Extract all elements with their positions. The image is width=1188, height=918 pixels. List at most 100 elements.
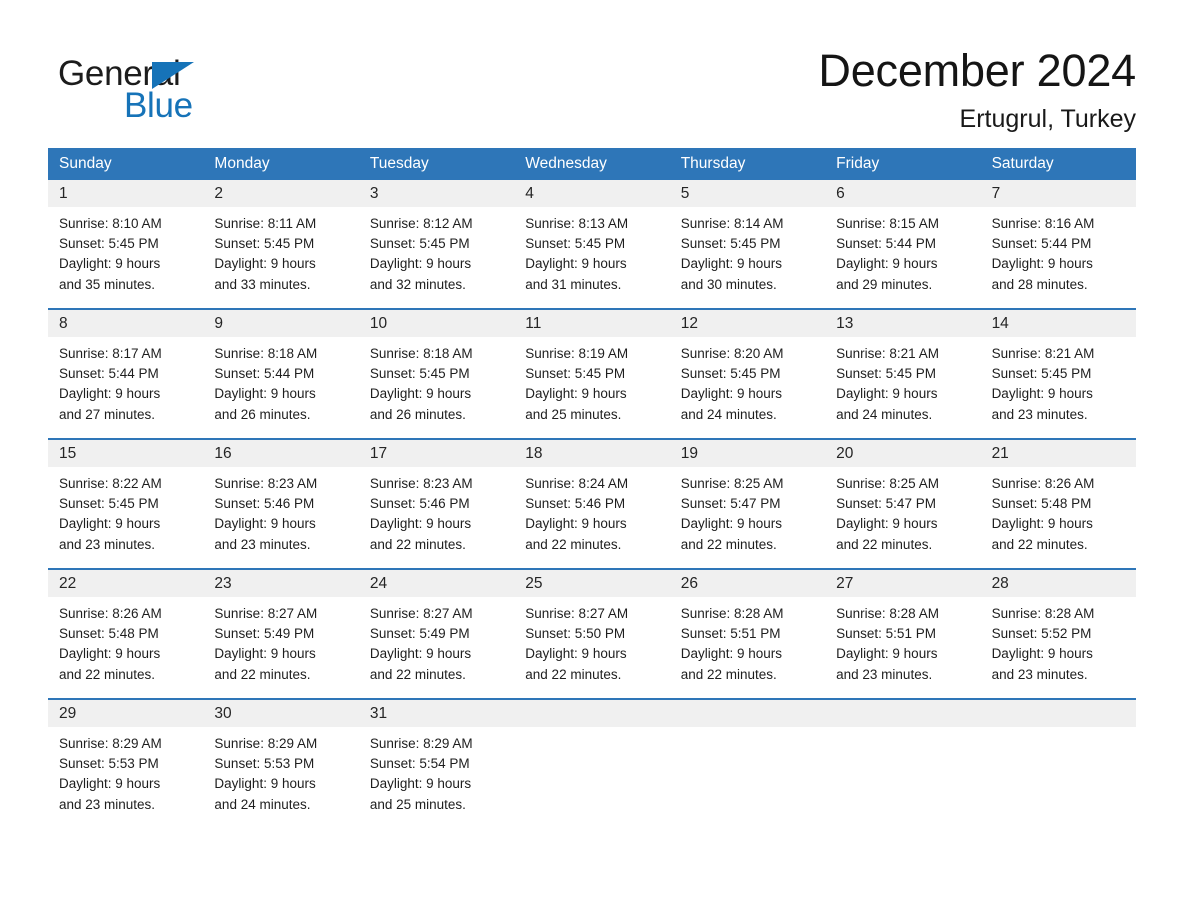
sunset-text: Sunset: 5:48 PM — [991, 496, 1092, 512]
sunrise-text: Sunrise: 8:26 AM — [991, 476, 1095, 491]
sunrise-text: Sunrise: 8:28 AM — [680, 606, 784, 621]
daylight-text-line1: Daylight: 9 hours — [836, 256, 938, 272]
day-number[interactable]: 30 — [203, 700, 358, 727]
daylight-text-line1: Daylight: 9 hours — [525, 386, 627, 402]
day-number[interactable]: 9 — [203, 310, 358, 337]
day-number[interactable]: 5 — [670, 180, 825, 207]
week-detail-row: Sunrise: 8:22 AM Sunset: 5:45 PM Dayligh… — [48, 467, 1136, 555]
general-blue-logo[interactable]: General Blue — [56, 44, 256, 124]
day-cell[interactable]: Sunrise: 8:29 AM Sunset: 5:53 PM Dayligh… — [203, 734, 358, 815]
day-cell[interactable]: Sunrise: 8:23 AM Sunset: 5:46 PM Dayligh… — [203, 474, 358, 555]
daylight-text-line2: and 22 minutes. — [59, 666, 156, 682]
day-cell[interactable]: Sunrise: 8:28 AM Sunset: 5:51 PM Dayligh… — [825, 604, 980, 685]
day-cell[interactable]: Sunrise: 8:21 AM Sunset: 5:45 PM Dayligh… — [981, 344, 1136, 425]
daylight-text-line1: Daylight: 9 hours — [369, 776, 472, 792]
day-number[interactable]: 2 — [203, 180, 358, 207]
day-number[interactable]: 12 — [670, 310, 825, 337]
day-number[interactable]: 3 — [359, 180, 514, 207]
day-number[interactable]: 7 — [981, 180, 1136, 207]
day-cell[interactable]: Sunrise: 8:26 AM Sunset: 5:48 PM Dayligh… — [981, 474, 1136, 555]
day-cell[interactable]: Sunrise: 8:22 AM Sunset: 5:45 PM Dayligh… — [48, 474, 203, 555]
day-number[interactable]: 1 — [48, 180, 203, 207]
day-number[interactable]: 22 — [48, 570, 203, 597]
calendar-grid: Sunday Monday Tuesday Wednesday Thursday… — [48, 148, 1136, 815]
day-number[interactable]: 24 — [359, 570, 514, 597]
day-cell[interactable]: Sunrise: 8:29 AM Sunset: 5:54 PM Dayligh… — [359, 734, 514, 815]
daylight-text-line1: Daylight: 9 hours — [680, 646, 783, 662]
day-cell[interactable]: Sunrise: 8:23 AM Sunset: 5:46 PM Dayligh… — [359, 474, 514, 555]
sunset-text: Sunset: 5:46 PM — [369, 496, 470, 512]
day-number[interactable]: 18 — [514, 440, 669, 467]
daylight-text-line2: and 22 minutes. — [525, 536, 622, 552]
day-cell[interactable]: Sunrise: 8:28 AM Sunset: 5:52 PM Dayligh… — [981, 604, 1136, 685]
page-header: General Blue December 2024 Ertugrul, Tur… — [0, 0, 1188, 148]
day-cell[interactable]: Sunrise: 8:27 AM Sunset: 5:49 PM Dayligh… — [359, 604, 514, 685]
day-number-empty — [514, 700, 669, 727]
sunrise-text: Sunrise: 8:25 AM — [836, 476, 939, 491]
day-number[interactable]: 16 — [203, 440, 358, 467]
day-number[interactable]: 4 — [514, 180, 669, 207]
week-daynumber-band: 29 30 31 — [48, 700, 1136, 727]
day-cell[interactable]: Sunrise: 8:19 AM Sunset: 5:45 PM Dayligh… — [514, 344, 669, 425]
day-number[interactable]: 13 — [825, 310, 980, 337]
day-cell[interactable]: Sunrise: 8:12 AM Sunset: 5:45 PM Dayligh… — [359, 214, 514, 295]
sunrise-text: Sunrise: 8:29 AM — [369, 736, 473, 751]
sunset-text: Sunset: 5:45 PM — [680, 366, 781, 382]
day-cell[interactable]: Sunrise: 8:14 AM Sunset: 5:45 PM Dayligh… — [670, 214, 825, 295]
day-number[interactable]: 15 — [48, 440, 203, 467]
day-cell[interactable]: Sunrise: 8:25 AM Sunset: 5:47 PM Dayligh… — [670, 474, 825, 555]
day-cell[interactable]: Sunrise: 8:13 AM Sunset: 5:45 PM Dayligh… — [514, 214, 669, 295]
sunset-text: Sunset: 5:46 PM — [214, 496, 315, 512]
day-cell[interactable]: Sunrise: 8:25 AM Sunset: 5:47 PM Dayligh… — [825, 474, 980, 555]
day-number[interactable]: 8 — [48, 310, 203, 337]
sunset-text: Sunset: 5:50 PM — [525, 626, 626, 642]
day-cell[interactable]: Sunrise: 8:11 AM Sunset: 5:45 PM Dayligh… — [203, 214, 358, 295]
sunset-text: Sunset: 5:47 PM — [680, 496, 781, 512]
day-cell[interactable]: Sunrise: 8:18 AM Sunset: 5:44 PM Dayligh… — [203, 344, 358, 425]
sunset-text: Sunset: 5:54 PM — [369, 756, 470, 772]
day-number[interactable]: 25 — [514, 570, 669, 597]
day-cell[interactable]: Sunrise: 8:26 AM Sunset: 5:48 PM Dayligh… — [48, 604, 203, 685]
daylight-text-line1: Daylight: 9 hours — [836, 646, 938, 662]
sunset-text: Sunset: 5:45 PM — [525, 366, 626, 382]
day-cell[interactable]: Sunrise: 8:27 AM Sunset: 5:49 PM Dayligh… — [203, 604, 358, 685]
day-cell[interactable]: Sunrise: 8:21 AM Sunset: 5:45 PM Dayligh… — [825, 344, 980, 425]
day-number[interactable]: 28 — [981, 570, 1136, 597]
day-number[interactable]: 26 — [670, 570, 825, 597]
day-number[interactable]: 11 — [514, 310, 669, 337]
day-cell[interactable]: Sunrise: 8:29 AM Sunset: 5:53 PM Dayligh… — [48, 734, 203, 815]
day-cell[interactable]: Sunrise: 8:16 AM Sunset: 5:44 PM Dayligh… — [981, 214, 1136, 295]
day-number[interactable]: 21 — [981, 440, 1136, 467]
day-number[interactable]: 6 — [825, 180, 980, 207]
sunset-text: Sunset: 5:51 PM — [836, 626, 936, 642]
day-cell[interactable]: Sunrise: 8:18 AM Sunset: 5:45 PM Dayligh… — [359, 344, 514, 425]
daylight-text-line1: Daylight: 9 hours — [991, 516, 1093, 532]
day-cell[interactable]: Sunrise: 8:15 AM Sunset: 5:44 PM Dayligh… — [825, 214, 980, 295]
weekday-header-sunday: Sunday — [59, 155, 112, 172]
day-number[interactable]: 14 — [981, 310, 1136, 337]
day-number[interactable]: 29 — [48, 700, 203, 727]
daylight-text-line1: Daylight: 9 hours — [59, 256, 161, 272]
day-number[interactable]: 17 — [359, 440, 514, 467]
day-cell[interactable]: Sunrise: 8:28 AM Sunset: 5:51 PM Dayligh… — [670, 604, 825, 685]
location-subtitle: Ertugrul, Turkey — [959, 105, 1136, 134]
week-row: 15 16 17 18 19 20 21 Sunrise: 8:22 AM Su… — [48, 438, 1136, 555]
day-cell[interactable]: Sunrise: 8:20 AM Sunset: 5:45 PM Dayligh… — [670, 344, 825, 425]
week-daynumber-band: 1 2 3 4 5 6 7 — [48, 180, 1136, 207]
day-number[interactable]: 19 — [670, 440, 825, 467]
daylight-text-line2: and 22 minutes. — [991, 536, 1088, 552]
daylight-text-line1: Daylight: 9 hours — [59, 776, 161, 792]
day-cell[interactable]: Sunrise: 8:17 AM Sunset: 5:44 PM Dayligh… — [48, 344, 203, 425]
daylight-text-line2: and 24 minutes. — [214, 796, 311, 812]
sunset-text: Sunset: 5:52 PM — [991, 626, 1092, 642]
day-cell[interactable]: Sunrise: 8:24 AM Sunset: 5:46 PM Dayligh… — [514, 474, 669, 555]
day-number[interactable]: 27 — [825, 570, 980, 597]
day-number[interactable]: 10 — [359, 310, 514, 337]
day-number[interactable]: 20 — [825, 440, 980, 467]
sunrise-text: Sunrise: 8:26 AM — [59, 606, 162, 621]
sunrise-text: Sunrise: 8:18 AM — [369, 346, 473, 361]
day-number[interactable]: 23 — [203, 570, 358, 597]
day-number[interactable]: 31 — [359, 700, 514, 727]
day-cell[interactable]: Sunrise: 8:10 AM Sunset: 5:45 PM Dayligh… — [48, 214, 203, 295]
day-cell[interactable]: Sunrise: 8:27 AM Sunset: 5:50 PM Dayligh… — [514, 604, 669, 685]
